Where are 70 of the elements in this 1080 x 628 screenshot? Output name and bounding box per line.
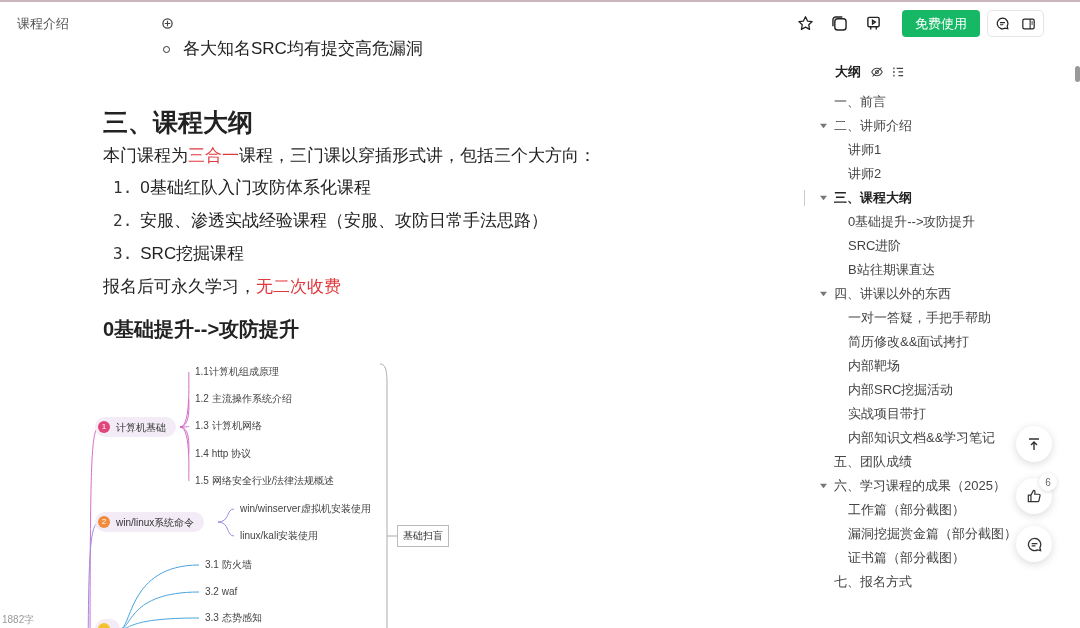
outline-item[interactable]: 二、讲师介绍 — [834, 115, 912, 136]
mind-map-label: win/winserver虚拟机安装使用 — [240, 503, 371, 515]
caret-icon[interactable] — [820, 290, 827, 297]
like-button[interactable] — [1016, 478, 1052, 514]
mind-map-label: 3.2 waf — [205, 586, 238, 598]
list-number: 3. — [113, 242, 133, 265]
outline-item[interactable]: 简历修改&&面试拷打 — [848, 331, 970, 352]
arrow-up-icon — [1028, 437, 1040, 451]
caret-icon[interactable] — [820, 194, 827, 201]
outline-item[interactable]: 工作篇（部分截图） — [848, 499, 965, 520]
list-item: 各大知名SRC均有提交高危漏洞 — [183, 41, 423, 57]
list-icon[interactable] — [893, 66, 904, 78]
outline-item[interactable]: 六、学习课程的成果（2025） — [834, 475, 1006, 496]
list-item: 安服、渗透实战经验课程（安服、攻防日常手法思路） — [140, 209, 549, 232]
comment-icon — [1026, 536, 1042, 552]
outline-item[interactable]: 0基础提升-->攻防提升 — [848, 211, 976, 232]
outline-item[interactable]: 漏洞挖掘赏金篇（部分截图） — [848, 523, 1017, 544]
thumbs-up-icon — [1027, 489, 1041, 503]
scrollbar-thumb[interactable] — [1075, 66, 1080, 82]
mind-map-label: 1.1计算机组成原理 — [195, 366, 279, 378]
list-item: SRC挖掘课程 — [140, 242, 245, 265]
paragraph: 报名后可永久学习，无二次收费 — [103, 276, 342, 298]
star-icon[interactable] — [797, 15, 814, 32]
mind-map-node: 1 计算机基础 — [95, 417, 176, 437]
caret-icon[interactable] — [820, 122, 827, 129]
presentation-icon[interactable] — [866, 16, 881, 31]
list-number: 2. — [113, 209, 133, 232]
comment-button[interactable] — [1016, 526, 1052, 562]
outline-item[interactable]: 内部SRC挖掘活动 — [848, 379, 954, 400]
comment-icon[interactable] — [996, 17, 1009, 30]
page-title: 课程介绍 — [17, 14, 69, 33]
outline-item[interactable]: 七、报名方式 — [834, 571, 912, 592]
like-count: 6 — [1039, 473, 1057, 491]
list-number: 1. — [113, 176, 133, 199]
mind-map-label: 1.2 主流操作系统介绍 — [195, 393, 292, 405]
mind-map-label: 1.4 http 协议 — [195, 448, 252, 460]
back-to-top-button[interactable] — [1016, 426, 1052, 462]
outline-item[interactable]: 证书篇（部分截图） — [848, 547, 965, 568]
mind-map-label: 1.3 计算机网络 — [195, 420, 262, 432]
outline-item[interactable]: 讲师1 — [848, 139, 882, 160]
word-count: 1882字 — [2, 613, 35, 626]
list-item: 0基础红队入门攻防体系化课程 — [140, 176, 371, 199]
number-badge: 2 — [98, 516, 110, 528]
copy-icon[interactable] — [832, 16, 847, 31]
outline-item[interactable]: 内部靶场 — [848, 355, 900, 376]
outline-title: 大纲 — [835, 63, 861, 81]
caret-icon[interactable] — [820, 482, 827, 489]
outline-item[interactable]: SRC进阶 — [848, 235, 902, 256]
mind-map-label: 3.1 防火墙 — [205, 559, 252, 571]
section-heading: 三、课程大纲 — [103, 107, 254, 138]
paragraph: 本门课程为三合一课程，三门课以穿插形式讲，包括三个大方向： — [103, 145, 597, 167]
sidebar-icon[interactable] — [1022, 17, 1035, 30]
group-label: 基础扫盲 — [397, 525, 449, 547]
outline-item[interactable]: 四、讲课以外的东西 — [834, 283, 951, 304]
outline-item[interactable]: 内部知识文档&&学习笔记 — [848, 427, 996, 448]
outline-item[interactable]: 一对一答疑，手把手帮助 — [848, 307, 991, 328]
outline-item[interactable]: 一、前言 — [834, 91, 886, 112]
mind-map-label: linux/kali安装使用 — [240, 530, 319, 542]
hide-icon[interactable] — [871, 65, 883, 78]
outline-item[interactable]: 五、团队成绩 — [834, 451, 912, 472]
outline-item[interactable]: 三、课程大纲 — [834, 187, 912, 208]
number-badge: 1 — [98, 421, 110, 433]
status-icon — [162, 18, 173, 29]
mind-map-label: 1.5 网络安全行业/法律法规概述 — [195, 475, 335, 487]
outline-item[interactable]: 讲师2 — [848, 163, 882, 184]
outline-item[interactable]: B站往期课直达 — [848, 259, 935, 280]
subsection-heading: 0基础提升-->攻防提升 — [103, 317, 301, 342]
mind-map-node: 2 win/linux系统命令 — [95, 512, 205, 532]
outline-item[interactable]: 实战项目带打 — [848, 403, 926, 424]
mind-map-label: 3.3 态势感知 — [205, 612, 262, 624]
